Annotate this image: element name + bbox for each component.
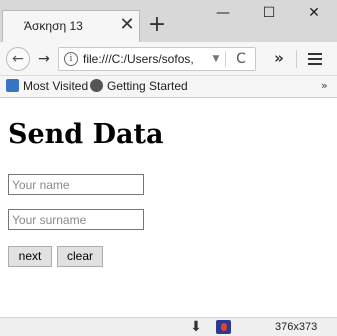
bookmarks-toolbar: Most Visited Getting Started » <box>0 76 337 98</box>
bookmark-getting-started[interactable]: Getting Started <box>90 79 188 95</box>
url-bar[interactable]: i file:///C:/Users/sofos, ▼ C <box>58 47 256 71</box>
forward-button[interactable]: → <box>34 47 54 71</box>
tab-close-icon[interactable]: ✕ <box>117 15 137 35</box>
download-icon[interactable]: ⬇ <box>189 319 203 335</box>
toolbar-overflow-button[interactable]: » <box>268 47 290 71</box>
page-title: Send Data <box>8 119 164 150</box>
reload-icon[interactable]: C <box>232 50 250 68</box>
active-tab[interactable]: Άσκηση 13 ✕ <box>2 10 140 42</box>
next-button[interactable]: next <box>8 246 52 267</box>
url-dropdown-icon[interactable]: ▼ <box>210 51 222 67</box>
window-size-label: 376x373 <box>275 321 318 333</box>
maximize-button[interactable]: ☐ <box>246 0 292 28</box>
url-separator <box>225 51 226 67</box>
bookmark-most-visited[interactable]: Most Visited <box>6 79 88 95</box>
surname-input[interactable] <box>8 209 144 230</box>
minimize-button[interactable]: — <box>200 0 246 28</box>
page-content: Send Data next clear <box>0 99 337 317</box>
bookmarks-overflow-icon[interactable]: » <box>321 79 333 92</box>
bookmark-label: Getting Started <box>107 79 188 93</box>
url-text[interactable]: file:///C:/Users/sofos, <box>83 52 209 66</box>
name-input[interactable] <box>8 174 144 195</box>
info-icon[interactable]: i <box>64 52 78 66</box>
firefox-globe-icon <box>90 79 103 92</box>
status-bar: ⬇ 376x373 <box>0 317 337 336</box>
toolbar-separator <box>296 50 297 68</box>
tab-title: Άσκηση 13 <box>24 19 83 33</box>
new-tab-icon[interactable]: + <box>146 14 168 37</box>
title-bar: Άσκηση 13 ✕ + — ☐ ✕ <box>0 0 337 42</box>
back-button[interactable]: ← <box>6 47 30 71</box>
clear-button[interactable]: clear <box>57 246 103 267</box>
navigation-bar: ← → i file:///C:/Users/sofos, ▼ C » <box>0 42 337 76</box>
close-window-button[interactable]: ✕ <box>291 0 337 28</box>
hamburger-menu-icon[interactable] <box>306 50 324 68</box>
most-visited-icon <box>6 79 19 92</box>
extension-icon[interactable] <box>216 320 231 334</box>
bookmark-label: Most Visited <box>23 79 89 93</box>
